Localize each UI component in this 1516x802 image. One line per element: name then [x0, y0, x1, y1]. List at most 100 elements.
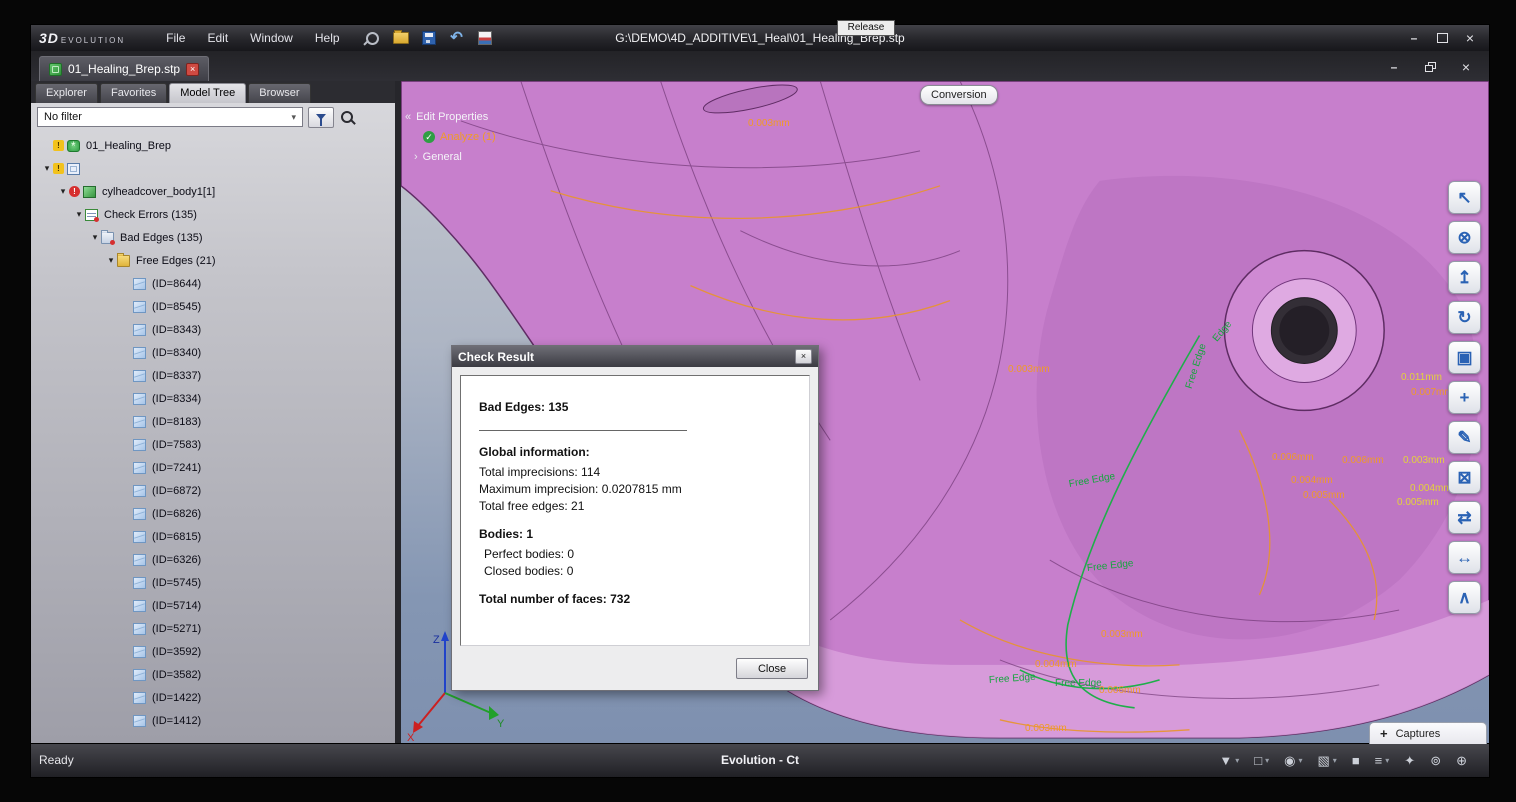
collapse-panel-icon[interactable]: [405, 111, 411, 123]
filter-status-icon[interactable]: ▼: [1219, 753, 1239, 768]
tree-row[interactable]: (ID=5745): [31, 571, 395, 594]
solid-mode-icon[interactable]: ■: [1352, 753, 1360, 768]
swap-tool-button[interactable]: ⇄: [1448, 501, 1481, 534]
repair-tool-button[interactable]: ✎: [1448, 421, 1481, 454]
document-close-icon[interactable]: [186, 63, 199, 76]
child-minimize-button[interactable]: [1381, 58, 1407, 75]
conversion-button[interactable]: Conversion: [920, 85, 998, 105]
menu-file[interactable]: File: [157, 28, 194, 48]
origin-status-icon[interactable]: ⊕: [1456, 753, 1467, 769]
logo-3d: 3D: [39, 30, 59, 46]
dialog-close-button[interactable]: Close: [736, 658, 808, 679]
minimize-button[interactable]: [1401, 30, 1427, 47]
tree-row[interactable]: (ID=6826): [31, 502, 395, 525]
expander-icon[interactable]: [89, 232, 101, 243]
display-status-icon[interactable]: □: [1254, 753, 1269, 768]
dropdown-caret-icon[interactable]: [1265, 756, 1269, 765]
pan-tool-button[interactable]: ↔: [1448, 541, 1481, 574]
dropdown-caret-icon[interactable]: [1235, 756, 1239, 765]
tab-model-tree[interactable]: Model Tree: [169, 83, 246, 103]
orbit-status-icon[interactable]: ⊚: [1430, 753, 1441, 769]
measurement-label: 0.011mm: [1401, 372, 1442, 383]
select-tool-button[interactable]: ↖: [1448, 181, 1481, 214]
general-item[interactable]: General: [423, 151, 462, 163]
menu-edit[interactable]: Edit: [198, 28, 237, 48]
dropdown-caret-icon[interactable]: [1298, 756, 1302, 765]
chevron-down-icon[interactable]: ▾: [291, 112, 296, 123]
tree-row[interactable]: (ID=7241): [31, 456, 395, 479]
tree-row[interactable]: (ID=3592): [31, 640, 395, 663]
expander-icon[interactable]: [105, 255, 117, 266]
document-tab[interactable]: 01_Healing_Brep.stp: [39, 56, 209, 81]
maximize-button[interactable]: [1429, 30, 1455, 47]
tree-row[interactable]: (ID=8183): [31, 410, 395, 433]
tree-row[interactable]: (ID=8334): [31, 387, 395, 410]
pick-filter-button[interactable]: ↥: [1448, 261, 1481, 294]
model-tree: 01_Healing_Brep cylheadcover_body1[1]: [31, 131, 395, 744]
search-icon[interactable]: [341, 111, 353, 123]
dialog-titlebar[interactable]: Check Result: [452, 346, 818, 367]
tree-row[interactable]: (ID=8545): [31, 295, 395, 318]
chevron-right-icon[interactable]: [414, 151, 418, 163]
tree-row[interactable]: (ID=1412): [31, 709, 395, 732]
tree-row[interactable]: Bad Edges (135): [31, 226, 395, 249]
rotate-view-button[interactable]: ↻: [1448, 301, 1481, 334]
tree-row[interactable]: (ID=8343): [31, 318, 395, 341]
tree-row[interactable]: Check Errors (135): [31, 203, 395, 226]
deselect-region-button[interactable]: ⊠: [1448, 461, 1481, 494]
expander-icon[interactable]: [41, 163, 53, 174]
tree-row[interactable]: (ID=3582): [31, 663, 395, 686]
tree-row[interactable]: (ID=6326): [31, 548, 395, 571]
tree-row[interactable]: (ID=8340): [31, 341, 395, 364]
layers-status-icon[interactable]: ≡: [1375, 753, 1390, 768]
license-key-icon[interactable]: [363, 29, 383, 47]
tab-favorites[interactable]: Favorites: [100, 83, 167, 103]
tree-row[interactable]: Free Edges (21): [31, 249, 395, 272]
tree-row[interactable]: 01_Healing_Brep: [31, 134, 395, 157]
tree-row[interactable]: (ID=8337): [31, 364, 395, 387]
tree-row[interactable]: (ID=6872): [31, 479, 395, 502]
report-button[interactable]: [475, 29, 495, 47]
close-button[interactable]: [1457, 30, 1483, 47]
tab-browser[interactable]: Browser: [248, 83, 310, 103]
dropdown-caret-icon[interactable]: [1333, 756, 1337, 765]
plus-icon[interactable]: [1380, 725, 1388, 743]
status-icon-glyph: ◉: [1284, 753, 1295, 769]
tab-explorer[interactable]: Explorer: [35, 83, 98, 103]
tree-row[interactable]: (ID=8644): [31, 272, 395, 295]
transform-tool-button[interactable]: ▣: [1448, 341, 1481, 374]
menu-window[interactable]: Window: [241, 28, 302, 48]
dialog-close-icon[interactable]: [795, 349, 812, 364]
tree-row[interactable]: [31, 157, 395, 180]
collapse-toolbar-button[interactable]: ∧: [1448, 581, 1481, 614]
expander-icon[interactable]: [73, 209, 85, 220]
tree-row[interactable]: (ID=5271): [31, 617, 395, 640]
analyze-item[interactable]: Analyze (1): [440, 131, 496, 143]
info-line: Total free edges: 21: [479, 499, 791, 513]
dropdown-caret-icon[interactable]: [1385, 756, 1389, 765]
tree-row[interactable]: (ID=7583): [31, 433, 395, 456]
visibility-status-icon[interactable]: ◉: [1284, 753, 1302, 769]
tree-row[interactable]: (ID=6815): [31, 525, 395, 548]
child-restore-button[interactable]: [1417, 58, 1443, 75]
menu-help[interactable]: Help: [306, 28, 349, 48]
expander-icon[interactable]: [57, 186, 69, 197]
tree-row[interactable]: (ID=1422): [31, 686, 395, 709]
undo-button[interactable]: ↶: [447, 29, 467, 47]
viewport-3d[interactable]: 0.003mm0.003mm0.011mm0.007mm0.006mm0.006…: [401, 81, 1489, 744]
filter-row: No filter ▾: [31, 103, 395, 131]
tree-row[interactable]: cylheadcover_body1[1]: [31, 180, 395, 203]
annotate-status-icon[interactable]: ✦: [1404, 753, 1415, 769]
filter-dropdown[interactable]: No filter ▾: [37, 107, 303, 127]
delete-selection-button[interactable]: ⊗: [1448, 221, 1481, 254]
save-file-button[interactable]: [419, 29, 439, 47]
open-file-button[interactable]: [391, 29, 411, 47]
render-mode-icon[interactable]: ▧: [1318, 753, 1337, 769]
child-close-button[interactable]: [1453, 58, 1479, 75]
filter-button[interactable]: [308, 107, 334, 128]
measurement-label: 0.006mm: [1272, 452, 1314, 463]
tree-label: (ID=8334): [152, 393, 201, 405]
tree-row[interactable]: (ID=5714): [31, 594, 395, 617]
add-geometry-button[interactable]: +: [1448, 381, 1481, 414]
captures-tab[interactable]: Captures: [1369, 722, 1487, 744]
